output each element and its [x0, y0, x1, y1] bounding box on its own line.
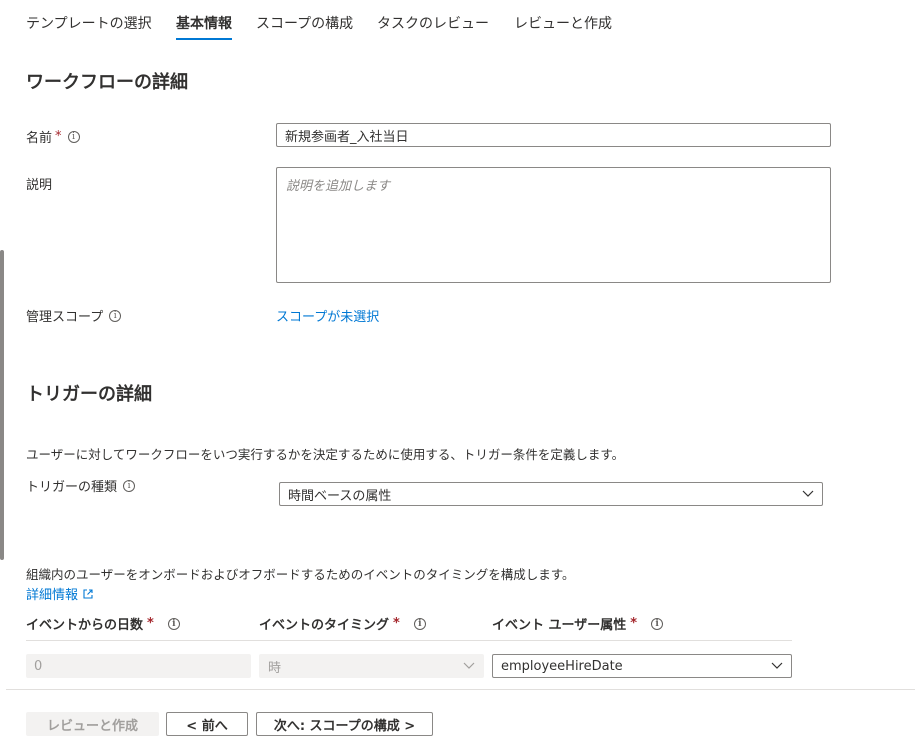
trigger-description: ユーザーに対してワークフローをいつ実行するかを決定するために使用する、トリガー条…	[26, 447, 625, 462]
footer-divider	[6, 689, 915, 690]
workflow-details-title: ワークフローの詳細	[26, 72, 188, 93]
name-label: 名前	[26, 131, 53, 146]
trigger-type-label-row: トリガーの種類 i	[26, 476, 136, 495]
event-timing-value: 時	[268, 660, 282, 676]
info-icon[interactable]: i	[651, 617, 664, 630]
event-user-attribute-value: employeeHireDate	[501, 658, 623, 674]
required-asterisk: *	[630, 616, 638, 631]
admin-scope-link[interactable]: スコープが未選択	[276, 306, 379, 325]
name-field-value: 新規参画者_入社当日	[285, 129, 409, 145]
grid-header-divider	[26, 640, 792, 641]
column-days-from-event: イベントからの日数 * i	[26, 614, 180, 633]
chevron-down-icon	[802, 490, 814, 497]
tab-review-tasks[interactable]: タスクのレビュー	[377, 13, 489, 33]
learn-more-link[interactable]: 詳細情報	[26, 584, 93, 603]
days-from-event-input[interactable]: 0	[26, 654, 251, 678]
column-event-user-attribute: イベント ユーザー属性 * i	[492, 614, 664, 633]
days-value: 0	[34, 658, 43, 674]
timing-description: 組織内のユーザーをオンボードおよびオフボードするためのイベントのタイミングを構成…	[26, 567, 575, 582]
description-placeholder: 説明を追加します	[286, 179, 391, 194]
required-asterisk: *	[55, 129, 62, 144]
review-create-button[interactable]: レビューと作成	[26, 712, 159, 736]
info-icon[interactable]: i	[167, 617, 180, 630]
chevron-down-icon	[771, 662, 783, 669]
active-tab-indicator	[176, 38, 232, 40]
info-icon[interactable]: i	[413, 617, 426, 630]
tab-template-select[interactable]: テンプレートの選択	[26, 13, 152, 33]
previous-button[interactable]: < 前へ	[166, 712, 248, 736]
info-icon[interactable]: i	[123, 479, 136, 492]
learn-more-label: 詳細情報	[26, 588, 79, 603]
page-scrollbar[interactable]	[0, 250, 4, 560]
trigger-type-value: 時間ベースの属性	[288, 488, 392, 504]
event-user-attribute-dropdown[interactable]: employeeHireDate	[492, 654, 792, 678]
event-timing-dropdown[interactable]: 時	[259, 654, 484, 678]
column-days-label: イベントからの日数	[26, 618, 144, 633]
trigger-type-dropdown[interactable]: 時間ベースの属性	[279, 482, 823, 506]
name-label-row: 名前 * i	[26, 127, 80, 146]
column-attribute-label: イベント ユーザー属性	[492, 618, 627, 633]
tab-review-create[interactable]: レビューと作成	[514, 13, 612, 33]
info-icon[interactable]: i	[67, 130, 80, 143]
trigger-details-title: トリガーの詳細	[26, 384, 152, 405]
column-timing-label: イベントのタイミング	[259, 618, 390, 633]
tab-basics[interactable]: 基本情報	[176, 13, 232, 33]
info-icon[interactable]: i	[109, 309, 122, 322]
required-asterisk: *	[393, 616, 400, 631]
chevron-down-icon	[463, 662, 475, 669]
description-field[interactable]: 説明を追加します	[276, 167, 831, 283]
admin-scope-label-row: 管理スコープ i	[26, 306, 122, 325]
admin-scope-label: 管理スコープ	[26, 310, 104, 325]
external-link-icon	[83, 588, 93, 599]
column-event-timing: イベントのタイミング * i	[259, 614, 426, 633]
trigger-type-label: トリガーの種類	[26, 480, 118, 495]
tab-configure-scope[interactable]: スコープの構成	[256, 13, 353, 33]
description-label: 説明	[26, 178, 53, 193]
required-asterisk: *	[147, 616, 154, 631]
next-button[interactable]: 次へ: スコープの構成 >	[256, 712, 433, 736]
name-field[interactable]: 新規参画者_入社当日	[276, 123, 831, 147]
